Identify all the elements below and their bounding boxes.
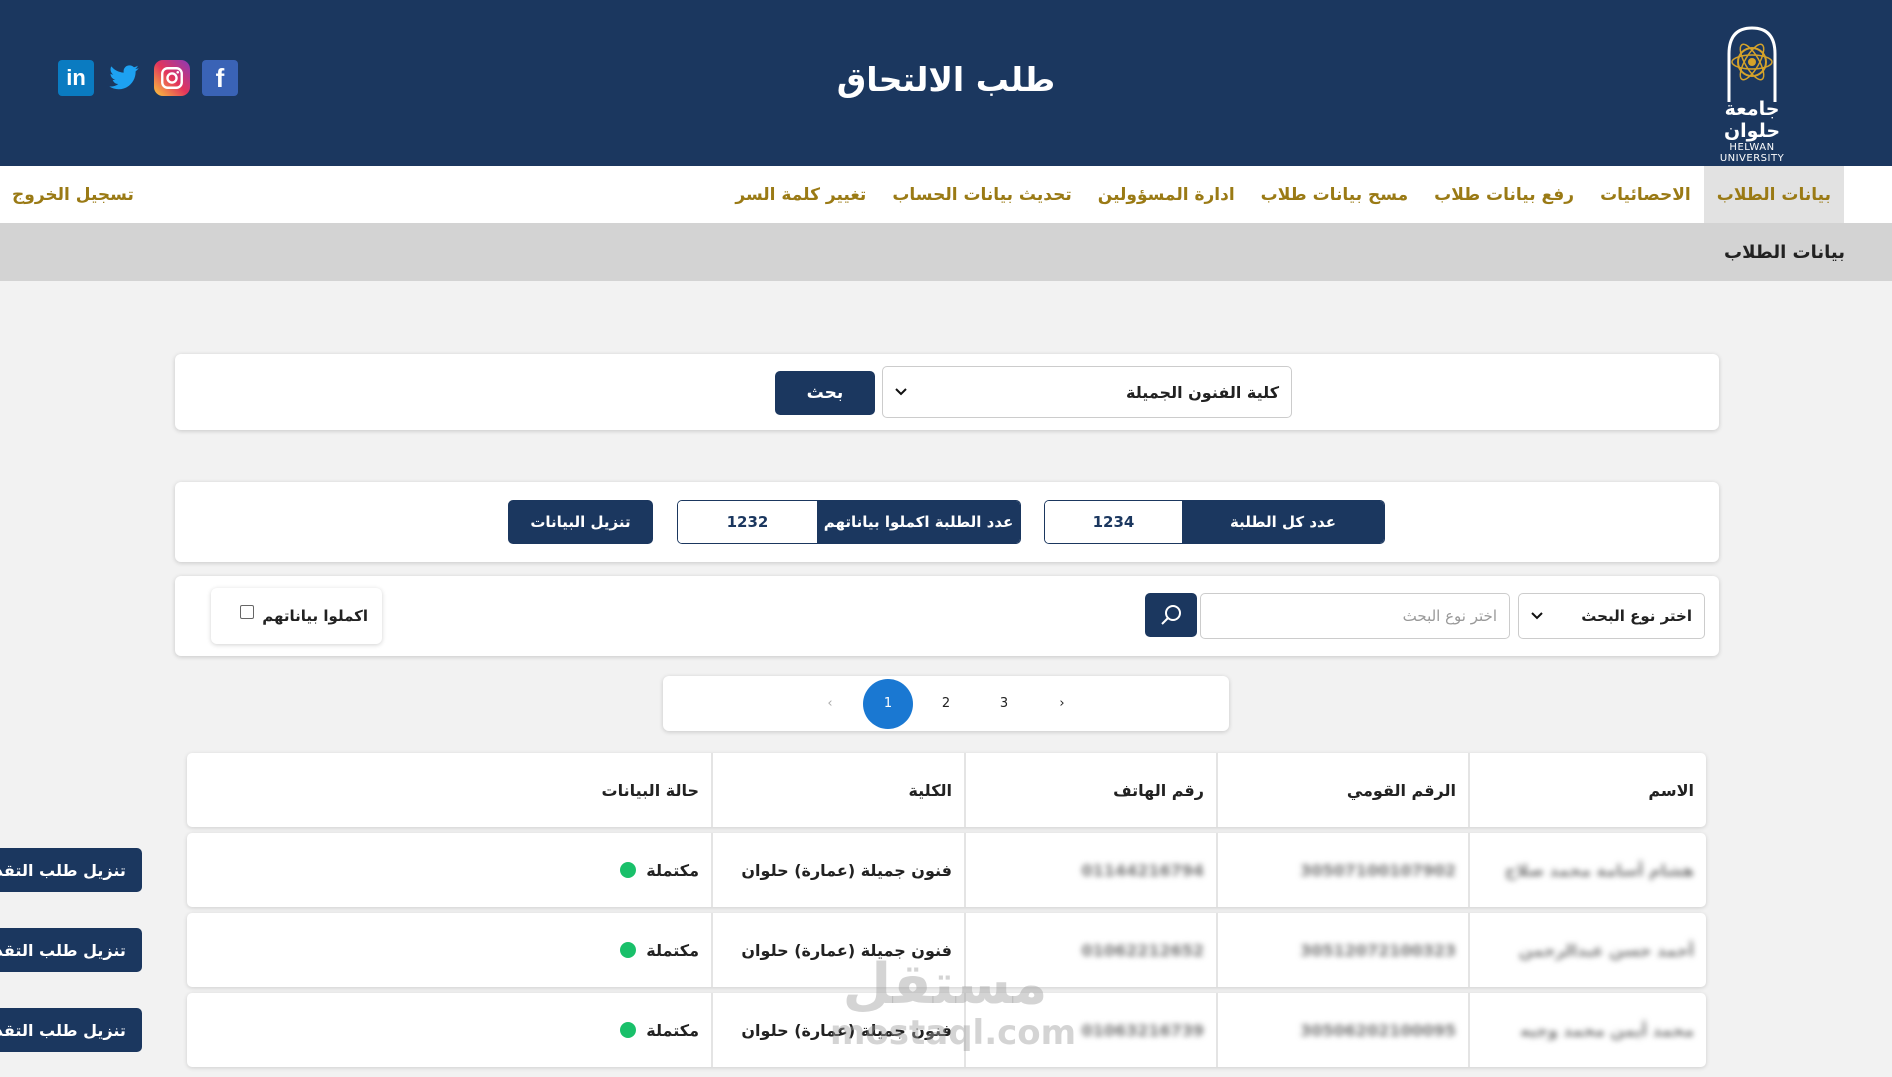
faculty-name: فنون جميلة (عمارة) حلوان (711, 833, 964, 907)
next-page-button[interactable]: › (1037, 679, 1087, 729)
table-row: هشام أسامة محمد صلاح 30507100107902 0114… (0, 833, 1706, 907)
total-count: عدد كل الطلبة 1234 (1044, 500, 1385, 544)
prev-page-button[interactable]: ‹ (805, 679, 855, 729)
completed-count-label: عدد الطلبة اكملوا بياناتهم (817, 501, 1020, 543)
col-faculty: الكلية (711, 753, 964, 827)
completed-count-value: 1232 (678, 501, 817, 543)
phone-number: 01062212652 (1081, 940, 1204, 960)
table-header: الاسم الرقم القومي رقم الهاتف الكلية حال… (187, 753, 1706, 827)
faculty-name: فنون جميلة (عمارة) حلوان (711, 993, 964, 1067)
logo-arabic-text: جامعة حلوان (1723, 98, 1781, 142)
total-count-label: عدد كل الطلبة (1182, 501, 1384, 543)
page-title: طلب الالتحاق (836, 60, 1056, 99)
search-type-select[interactable]: اختر نوع البحث (1518, 593, 1705, 639)
completed-filter[interactable]: اكملوا بياناتهم (211, 588, 382, 644)
faculty-select[interactable]: كلية الفنون الجميلة (882, 366, 1292, 418)
status-dot-icon (620, 862, 637, 878)
completed-checkbox[interactable] (240, 605, 255, 619)
national-id: 30507100107902 (1300, 860, 1456, 880)
col-phone: رقم الهاتف (964, 753, 1216, 827)
phone-number: 01144216794 (1081, 860, 1204, 880)
chevron-down-icon (1531, 612, 1543, 620)
search-input[interactable]: اختر نوع البحث (1200, 593, 1510, 639)
student-name: أحمد حسن عبدالرحمن (1518, 940, 1694, 960)
status-dot-icon (620, 942, 637, 958)
main-nav: بيانات الطلاب الاحصائيات رفع بيانات طلاب… (0, 166, 1892, 223)
search-type-value: اختر نوع البحث (1581, 607, 1692, 625)
national-id: 30512072100323 (1300, 940, 1456, 960)
faculty-select-value: كلية الفنون الجميلة (1126, 382, 1279, 402)
national-id: 30506202100095 (1300, 1020, 1456, 1040)
nav-item-manage-admins[interactable]: ادارة المسؤولين (1085, 166, 1248, 223)
download-application-button[interactable]: تنزيل طلب التقديم (0, 1008, 142, 1052)
phone-number: 01063216739 (1081, 1020, 1204, 1040)
student-name: هشام أسامة محمد صلاح (1504, 860, 1694, 880)
filter-panel: اكملوا بياناتهم اختر نوع البحث اختر نوع … (175, 576, 1719, 656)
download-application-button[interactable]: تنزيل طلب التقديم (0, 848, 142, 892)
search-icon (1161, 605, 1181, 625)
nav-item-change-password[interactable]: تغيير كلمة السر (722, 166, 879, 223)
logo-emblem-icon (1727, 26, 1777, 102)
logout-link[interactable]: تسجيل الخروج (12, 166, 134, 223)
status-badge: مكتملة (620, 1021, 699, 1040)
breadcrumb: بيانات الطلاب (0, 223, 1892, 281)
completed-count: عدد الطلبة اكملوا بياناتهم 1232 (677, 500, 1021, 544)
col-status: حالة البيانات (601, 780, 699, 800)
status-badge: مكتملة (620, 861, 699, 880)
search-submit-button[interactable] (1145, 593, 1197, 637)
status-dot-icon (620, 1022, 637, 1038)
nav-item-students-data[interactable]: بيانات الطلاب (1703, 166, 1844, 223)
nav-item-statistics[interactable]: الاحصائيات (1587, 166, 1704, 223)
table-row: أحمد حسن عبدالرحمن 30512072100323 010622… (0, 913, 1706, 987)
download-application-button[interactable]: تنزيل طلب التقديم (0, 928, 142, 972)
status-text: مكتملة (646, 860, 699, 880)
logo-english-text: HELWAN UNIVERSITY (1719, 142, 1785, 164)
page-button-3[interactable]: 3 (979, 679, 1029, 729)
table-row: محمد أيمن محمد وجيه 30506202100095 01063… (0, 993, 1706, 1067)
header: in f طلب الالتحاق جامعة حلوان HELWAN UNI… (0, 0, 1892, 166)
pagination: ‹ 1 2 3 › (663, 676, 1229, 731)
page-button-2[interactable]: 2 (921, 679, 971, 729)
completed-filter-label: اكملوا بياناتهم (262, 607, 368, 625)
university-logo: جامعة حلوان HELWAN UNIVERSITY (1697, 24, 1807, 164)
faculty-search-panel: بحث كلية الفنون الجميلة (175, 354, 1719, 430)
nav-item-update-account[interactable]: تحديث بيانات الحساب (879, 166, 1084, 223)
status-text: مكتملة (646, 1020, 699, 1040)
student-name: محمد أيمن محمد وجيه (1520, 1020, 1694, 1040)
download-data-button[interactable]: تنزيل البيانات (508, 500, 653, 544)
col-name: الاسم (1468, 753, 1706, 827)
total-count-value: 1234 (1045, 501, 1182, 543)
nav-item-upload-students[interactable]: رفع بيانات طلاب (1421, 166, 1587, 223)
status-text: مكتملة (646, 940, 699, 960)
nav-item-delete-students[interactable]: مسح بيانات طلاب (1248, 166, 1421, 223)
page-button-1[interactable]: 1 (863, 678, 913, 729)
col-national-id: الرقم القومي (1216, 753, 1468, 827)
chevron-down-icon (895, 388, 907, 396)
pagination-panel: ‹ 1 2 3 › (663, 676, 1229, 731)
search-button[interactable]: بحث (775, 371, 875, 415)
counters-panel: تنزيل البيانات عدد الطلبة اكملوا بياناته… (175, 482, 1719, 562)
status-badge: مكتملة (620, 941, 699, 960)
faculty-name: فنون جميلة (عمارة) حلوان (711, 913, 964, 987)
